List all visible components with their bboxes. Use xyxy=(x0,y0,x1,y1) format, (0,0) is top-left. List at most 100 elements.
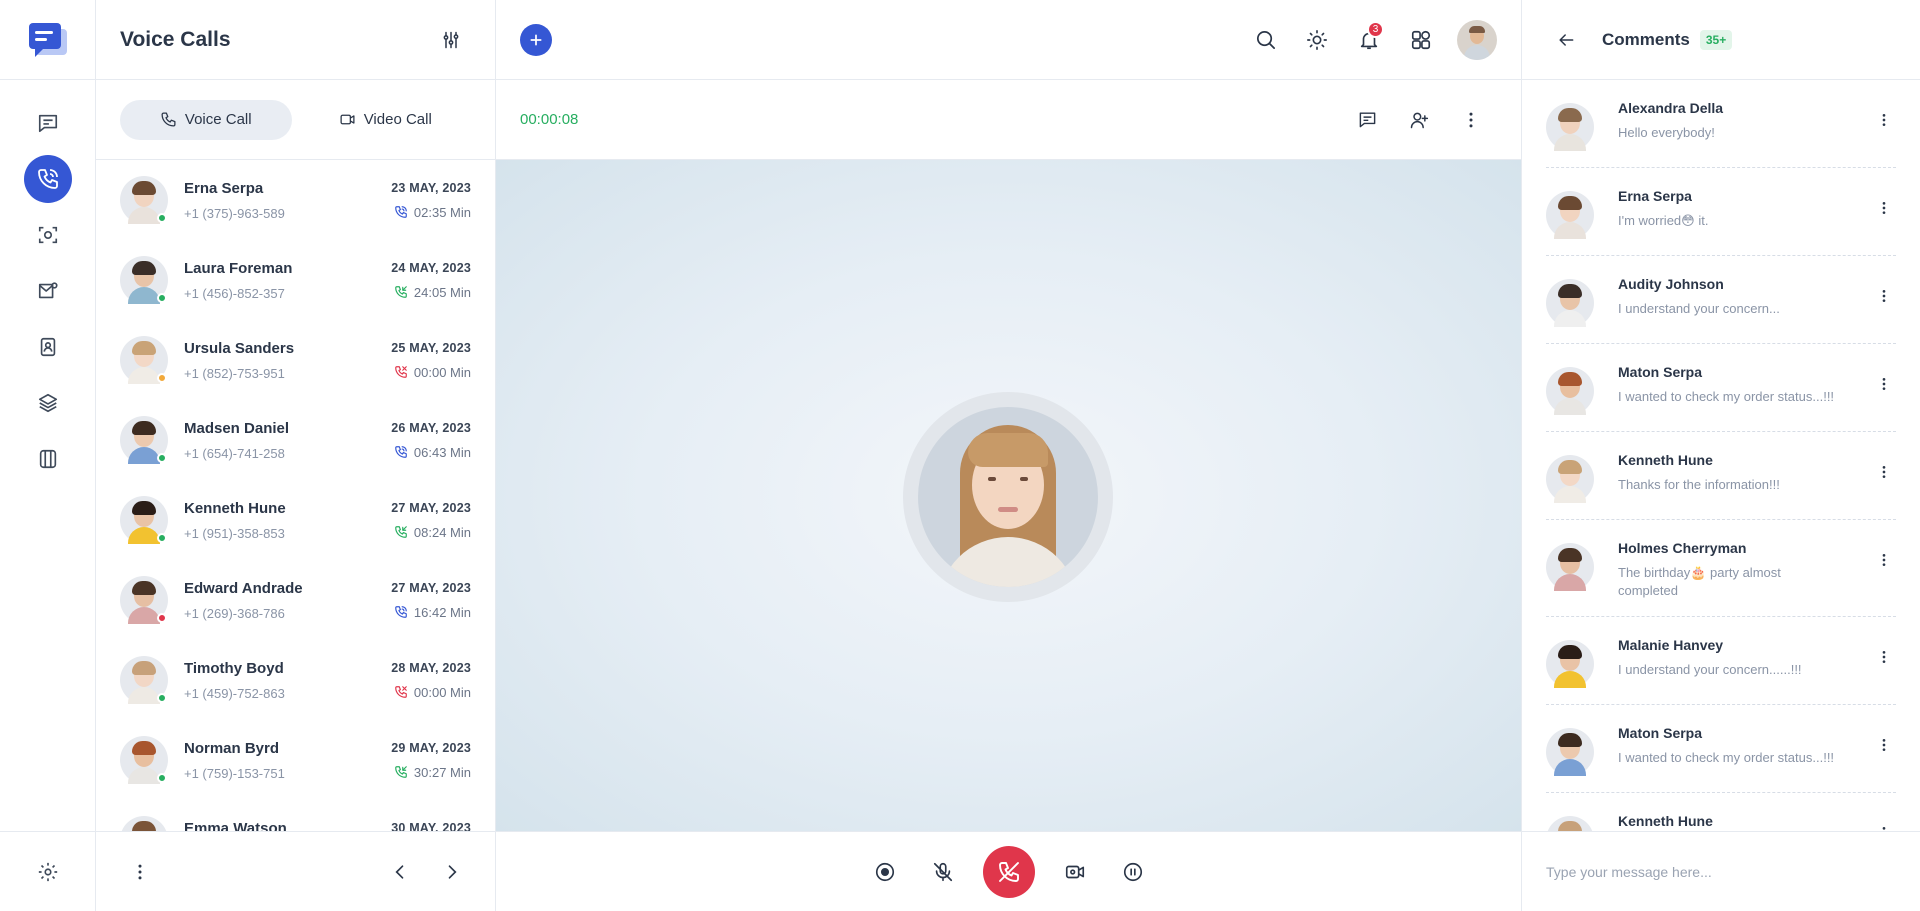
next-page-button[interactable] xyxy=(432,852,472,892)
back-button[interactable] xyxy=(1546,20,1586,60)
call-duration-row: 00:00 Min xyxy=(391,685,471,700)
comment-text: Maton Serpa I wanted to check my order st… xyxy=(1618,364,1872,406)
call-meta: 24 MAY, 2023 24:05 Min xyxy=(391,261,471,300)
apps-button[interactable] xyxy=(1395,14,1447,66)
call-duration-row: 08:24 Min xyxy=(391,525,471,540)
add-button[interactable] xyxy=(520,23,552,56)
call-item-text: Laura Foreman +1 (456)-852-357 xyxy=(184,260,391,301)
avatar xyxy=(1546,640,1594,688)
book-icon xyxy=(39,449,56,469)
call-list-item[interactable]: Ursula Sanders +1 (852)-753-951 25 MAY, 20… xyxy=(96,320,495,400)
end-call-icon xyxy=(998,861,1019,882)
commenter-name: Kenneth Hune xyxy=(1618,452,1713,468)
caller-avatar xyxy=(903,392,1113,602)
add-user-button[interactable] xyxy=(1393,94,1445,146)
comment-message: I wanted to check my order status...!!! xyxy=(1618,750,1835,765)
kebab-icon xyxy=(1882,739,1886,751)
call-meta: 29 MAY, 2023 30:27 Min xyxy=(391,741,471,780)
comment-more-button[interactable] xyxy=(1872,733,1896,757)
call-duration-row: 00:00 Min xyxy=(391,365,471,380)
message-button[interactable] xyxy=(1341,94,1393,146)
comment-item: Audity Johnson I understand your concern.… xyxy=(1546,256,1896,344)
contact-phone: +1 (459)-752-863 xyxy=(184,685,285,701)
record-button[interactable] xyxy=(861,848,909,896)
video-toggle-button[interactable] xyxy=(1051,848,1099,896)
call-list-header: Voice Calls xyxy=(96,0,495,80)
avatar xyxy=(1546,103,1594,151)
rail-item-mail[interactable] xyxy=(24,267,72,315)
comment-more-button[interactable] xyxy=(1872,284,1896,308)
call-duration: 08:24 Min xyxy=(413,524,471,540)
filter-button[interactable] xyxy=(431,20,471,60)
comments-panel: Comments 35+ Alexandra Della Hello everyb… xyxy=(1521,0,1920,911)
comment-item: Malanie Hanvey I understand your concern.… xyxy=(1546,617,1896,705)
call-duration-row: 30:27 Min xyxy=(391,765,471,780)
call-item-text: Norman Byrd +1 (759)-153-751 xyxy=(184,740,391,781)
mute-button[interactable] xyxy=(919,848,967,896)
call-list-item[interactable]: Erna Serpa +1 (375)-963-589 23 MAY, 2023 02… xyxy=(96,160,495,240)
comment-more-button[interactable] xyxy=(1872,196,1896,220)
pause-button[interactable] xyxy=(1109,848,1157,896)
call-list-item[interactable]: Madsen Daniel +1 (654)-741-258 26 MAY, 202… xyxy=(96,400,495,480)
call-list-item[interactable]: Laura Foreman +1 (456)-852-357 24 MAY, 202… xyxy=(96,240,495,320)
call-date: 27 MAY, 2023 xyxy=(391,580,471,595)
comment-more-button[interactable] xyxy=(1872,372,1896,396)
chat-logo-icon xyxy=(28,22,67,57)
call-list-panel: Voice Calls Voice Call Video Call Erna S… xyxy=(96,0,496,911)
rail-item-layers[interactable] xyxy=(24,379,72,427)
kebab-icon xyxy=(1882,554,1886,566)
left-rail xyxy=(0,0,96,911)
search-button[interactable] xyxy=(1239,14,1291,66)
notifications-button[interactable]: 3 xyxy=(1343,14,1395,66)
call-date: 27 MAY, 2023 xyxy=(391,500,471,515)
call-list-item[interactable]: Kenneth Hune +1 (951)-358-853 27 MAY, 2023… xyxy=(96,480,495,560)
comment-more-button[interactable] xyxy=(1872,460,1896,484)
tab-video-call[interactable]: Video Call xyxy=(300,100,472,140)
contact-name: Norman Byrd xyxy=(184,739,280,757)
user-avatar[interactable] xyxy=(1457,19,1497,60)
commenter-name: Maton Serpa xyxy=(1618,364,1703,380)
settings-button[interactable] xyxy=(0,831,96,911)
more-button[interactable] xyxy=(120,852,160,892)
call-more-button[interactable] xyxy=(1445,94,1497,146)
arrow-left-icon xyxy=(1559,33,1574,46)
contact-phone: +1 (852)-753-951 xyxy=(184,365,285,381)
rail-item-library[interactable] xyxy=(24,435,72,483)
end-call-button[interactable] xyxy=(982,845,1035,898)
app-logo[interactable] xyxy=(0,0,95,80)
phone-icon xyxy=(161,112,176,127)
comment-more-button[interactable] xyxy=(1872,548,1896,572)
prev-page-button[interactable] xyxy=(380,852,420,892)
comment-input[interactable] xyxy=(1546,863,1897,880)
video-icon xyxy=(340,114,355,125)
rail-item-video[interactable] xyxy=(24,211,72,259)
comment-text: Kenneth Hune Thanks for the information!!… xyxy=(1618,452,1872,494)
call-duration-row: 02:35 Min xyxy=(391,205,471,220)
comment-item: Holmes Cherryman The birthday🎂 party almo… xyxy=(1546,520,1896,617)
tab-voice-call[interactable]: Voice Call xyxy=(120,99,292,140)
missed-call-icon xyxy=(395,686,407,698)
comment-message: Thanks for the information!!! xyxy=(1618,477,1780,492)
call-type-tabs: Voice Call Video Call xyxy=(96,80,495,160)
comments-list: Alexandra Della Hello everybody! Erna Serp… xyxy=(1522,80,1920,831)
comment-more-button[interactable] xyxy=(1872,108,1896,132)
comment-input-bar xyxy=(1522,831,1920,911)
call-list-item[interactable]: Timothy Boyd +1 (459)-752-863 28 MAY, 2023… xyxy=(96,640,495,720)
call-meta: 26 MAY, 2023 06:43 Min xyxy=(391,421,471,460)
rail-item-calls[interactable] xyxy=(23,155,72,203)
avatar xyxy=(120,176,168,224)
comment-more-button[interactable] xyxy=(1872,645,1896,669)
rail-item-contacts[interactable] xyxy=(24,323,72,371)
comment-more-button[interactable] xyxy=(1872,821,1896,831)
contact-phone: +1 (654)-741-258 xyxy=(184,445,285,461)
call-list-item[interactable]: Edward Andrade +1 (269)-368-786 27 MAY, 20… xyxy=(96,560,495,640)
call-list-item[interactable]: Norman Byrd +1 (759)-153-751 29 MAY, 2023 3… xyxy=(96,720,495,800)
theme-toggle[interactable] xyxy=(1291,14,1343,66)
call-duration: 24:05 Min xyxy=(413,284,471,300)
commenter-name: Audity Johnson xyxy=(1618,276,1724,292)
commenter-name: Holmes Cherryman xyxy=(1618,540,1747,556)
rail-item-chats[interactable] xyxy=(24,99,72,147)
call-list-item[interactable]: Emma Watson+1 (258)-963-14730 MAY, 20231… xyxy=(96,800,495,831)
call-meta: 27 MAY, 2023 16:42 Min xyxy=(391,581,471,620)
status-dot xyxy=(157,613,167,623)
